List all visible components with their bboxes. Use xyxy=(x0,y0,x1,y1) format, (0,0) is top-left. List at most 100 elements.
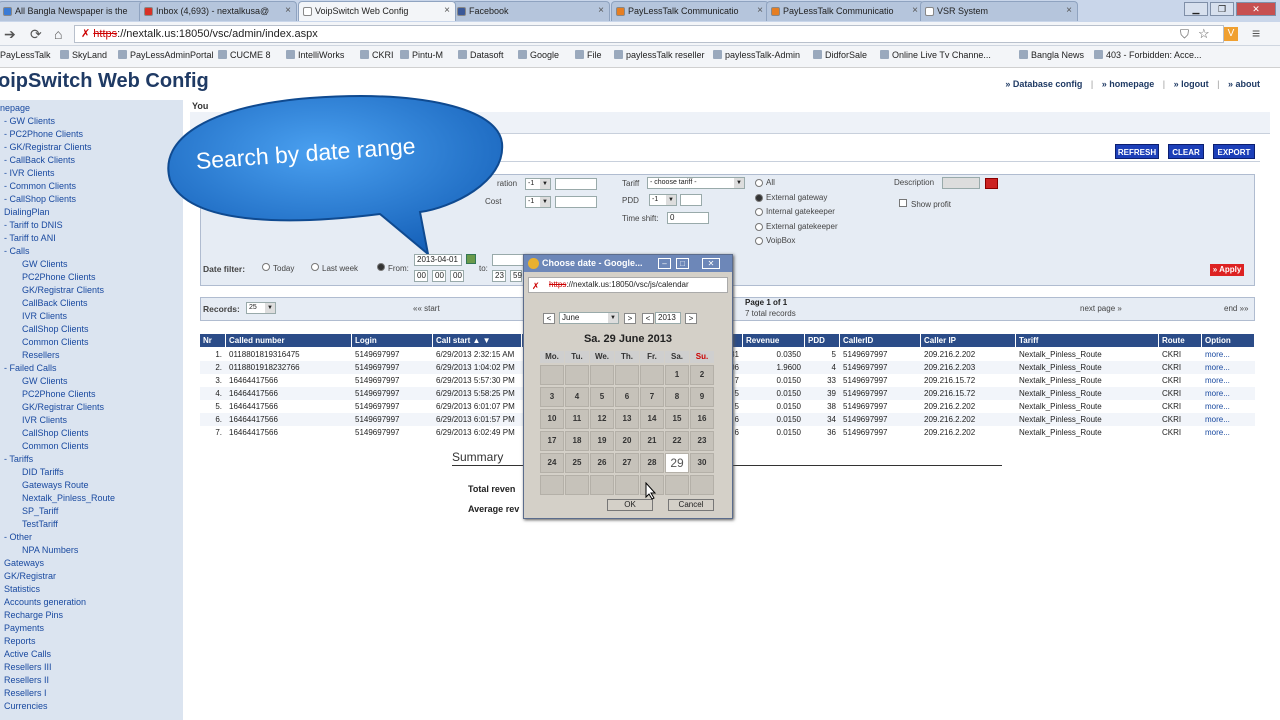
description-clear-icon[interactable] xyxy=(985,178,998,189)
bookmark-item[interactable]: Online Live Tv Channe... xyxy=(880,50,991,60)
sidebar-item[interactable]: Payments xyxy=(4,623,44,633)
calendar-day[interactable] xyxy=(590,365,614,385)
bookmark-item[interactable]: 403 - Forbidden: Acce... xyxy=(1094,50,1202,60)
calendar-day[interactable]: 30 xyxy=(690,453,714,473)
browser-tab[interactable]: Inbox (4,693) - nextalkusa@ × xyxy=(139,1,297,21)
sidebar-item[interactable]: PC2Phone Clients xyxy=(22,272,96,282)
calendar-day[interactable]: 15 xyxy=(665,409,689,429)
link-about[interactable]: » about xyxy=(1228,79,1260,89)
calendar-day[interactable]: 27 xyxy=(615,453,639,473)
sidebar-item[interactable]: - Calls xyxy=(4,246,30,256)
month-select[interactable]: June xyxy=(559,312,619,324)
star-icon[interactable]: ☆ xyxy=(1198,26,1210,42)
pdd-input[interactable] xyxy=(680,194,702,206)
bookmark-item[interactable]: DidforSale xyxy=(813,50,867,60)
calendar-day[interactable] xyxy=(665,475,689,495)
calendar-day[interactable] xyxy=(615,365,639,385)
calendar-day[interactable]: 3 xyxy=(540,387,564,407)
calendar-day[interactable]: 5 xyxy=(590,387,614,407)
next-year-button[interactable]: > xyxy=(685,313,697,324)
ok-button[interactable]: OK xyxy=(607,499,653,511)
calendar-day[interactable] xyxy=(640,365,664,385)
export-button[interactable]: EXPORT xyxy=(1213,144,1255,159)
bookmark-item[interactable]: Google xyxy=(518,50,559,60)
calendar-day[interactable]: 2 xyxy=(690,365,714,385)
sidebar-item[interactable]: - Tariffs xyxy=(4,454,33,464)
bookmark-item[interactable]: SkyLand xyxy=(60,50,107,60)
table-header[interactable]: Tariff xyxy=(1016,334,1159,347)
sidebar-item[interactable]: NPA Numbers xyxy=(22,545,78,555)
sidebar-item[interactable]: - Failed Calls xyxy=(4,363,57,373)
next-month-button[interactable]: > xyxy=(624,313,636,324)
calendar-day[interactable]: 24 xyxy=(540,453,564,473)
sidebar-item[interactable]: Resellers III xyxy=(4,662,52,672)
calendar-day[interactable]: 11 xyxy=(565,409,589,429)
table-header[interactable]: Route xyxy=(1159,334,1202,347)
calendar-day[interactable]: 20 xyxy=(615,431,639,451)
show-profit-checkbox[interactable] xyxy=(899,199,907,207)
next-page-link[interactable]: next page » xyxy=(1080,304,1122,313)
sidebar-item[interactable]: SP_Tariff xyxy=(22,506,58,516)
bookmark-item[interactable]: paylessTalk-Admin xyxy=(713,50,800,60)
sidebar-item[interactable]: GW Clients xyxy=(22,376,68,386)
dialog-close-button[interactable]: ✕ xyxy=(702,258,720,269)
extension-icon[interactable]: V xyxy=(1224,27,1238,41)
calendar-day[interactable] xyxy=(565,365,589,385)
calendar-day[interactable]: 19 xyxy=(590,431,614,451)
sidebar-item[interactable]: IVR Clients xyxy=(22,311,67,321)
bookmark-item[interactable]: Bangla News xyxy=(1019,50,1084,60)
sidebar-item[interactable]: Resellers II xyxy=(4,675,49,685)
today-radio[interactable] xyxy=(262,263,270,271)
duration-operator-select[interactable]: -1 xyxy=(525,178,551,190)
sidebar-item[interactable]: Resellers xyxy=(22,350,60,360)
sidebar-item[interactable]: DID Tariffs xyxy=(22,467,64,477)
more-link[interactable]: more... xyxy=(1202,387,1255,400)
tab-close-icon[interactable]: × xyxy=(444,2,450,20)
sidebar-item[interactable]: - Tariff to ANI xyxy=(4,233,56,243)
sidebar-item[interactable]: Statistics xyxy=(4,584,40,594)
close-window-button[interactable]: ✕ xyxy=(1236,2,1276,16)
from-date-input[interactable]: 2013-04-01 xyxy=(414,254,462,266)
calendar-day[interactable]: 28 xyxy=(640,453,664,473)
source-radio[interactable] xyxy=(755,208,763,216)
sidebar-item[interactable]: - Other xyxy=(4,532,32,542)
calendar-day[interactable]: 12 xyxy=(590,409,614,429)
table-header[interactable]: PDD xyxy=(805,334,840,347)
source-radio[interactable] xyxy=(755,222,763,231)
sidebar-item[interactable]: PC2Phone Clients xyxy=(22,389,96,399)
calendar-day[interactable]: 17 xyxy=(540,431,564,451)
source-radio[interactable] xyxy=(755,193,763,202)
sidebar-item[interactable]: CallShop Clients xyxy=(22,324,89,334)
source-radio[interactable] xyxy=(755,179,763,187)
sidebar-item[interactable]: - PC2Phone Clients xyxy=(4,129,83,139)
calendar-day[interactable]: 26 xyxy=(590,453,614,473)
tariff-select[interactable]: - choose tariff - xyxy=(647,177,745,189)
calendar-day[interactable]: 13 xyxy=(615,409,639,429)
last-week-radio[interactable] xyxy=(311,263,319,271)
calendar-day[interactable]: 6 xyxy=(615,387,639,407)
browser-tab[interactable]: PayLessTalk Communicatio × xyxy=(611,1,769,21)
refresh-button[interactable]: REFRESH xyxy=(1115,144,1159,159)
calendar-day[interactable]: 1 xyxy=(665,365,689,385)
to-hour-input[interactable]: 23 xyxy=(492,270,506,282)
duration-input[interactable] xyxy=(555,178,597,190)
browser-tab[interactable]: VoipSwitch Web Config × xyxy=(298,1,456,21)
calendar-day[interactable] xyxy=(615,475,639,495)
sidebar-item[interactable]: GK/Registrar Clients xyxy=(22,402,104,412)
sidebar-item[interactable]: Common Clients xyxy=(22,441,89,451)
sidebar-item[interactable]: nepage xyxy=(0,103,30,113)
table-header[interactable]: Login xyxy=(352,334,433,347)
sidebar-item[interactable]: IVR Clients xyxy=(22,415,67,425)
sidebar-item[interactable]: - Tariff to DNIS xyxy=(4,220,63,230)
description-input[interactable] xyxy=(942,177,980,189)
pdd-operator-select[interactable]: -1 xyxy=(649,194,677,206)
calendar-day[interactable] xyxy=(690,475,714,495)
sidebar-item[interactable]: CallShop Clients xyxy=(22,428,89,438)
tab-close-icon[interactable]: × xyxy=(912,2,918,20)
bookmark-item[interactable]: PayLessAdminPortal xyxy=(118,50,214,60)
sidebar-item[interactable]: TestTariff xyxy=(22,519,58,529)
calendar-day[interactable] xyxy=(565,475,589,495)
menu-icon[interactable]: ≡ xyxy=(1252,25,1260,41)
address-bar[interactable]: ✗ https://nextalk.us:18050/vsc/admin/ind… xyxy=(74,25,1224,43)
dialog-minimize-button[interactable]: – xyxy=(658,258,671,269)
